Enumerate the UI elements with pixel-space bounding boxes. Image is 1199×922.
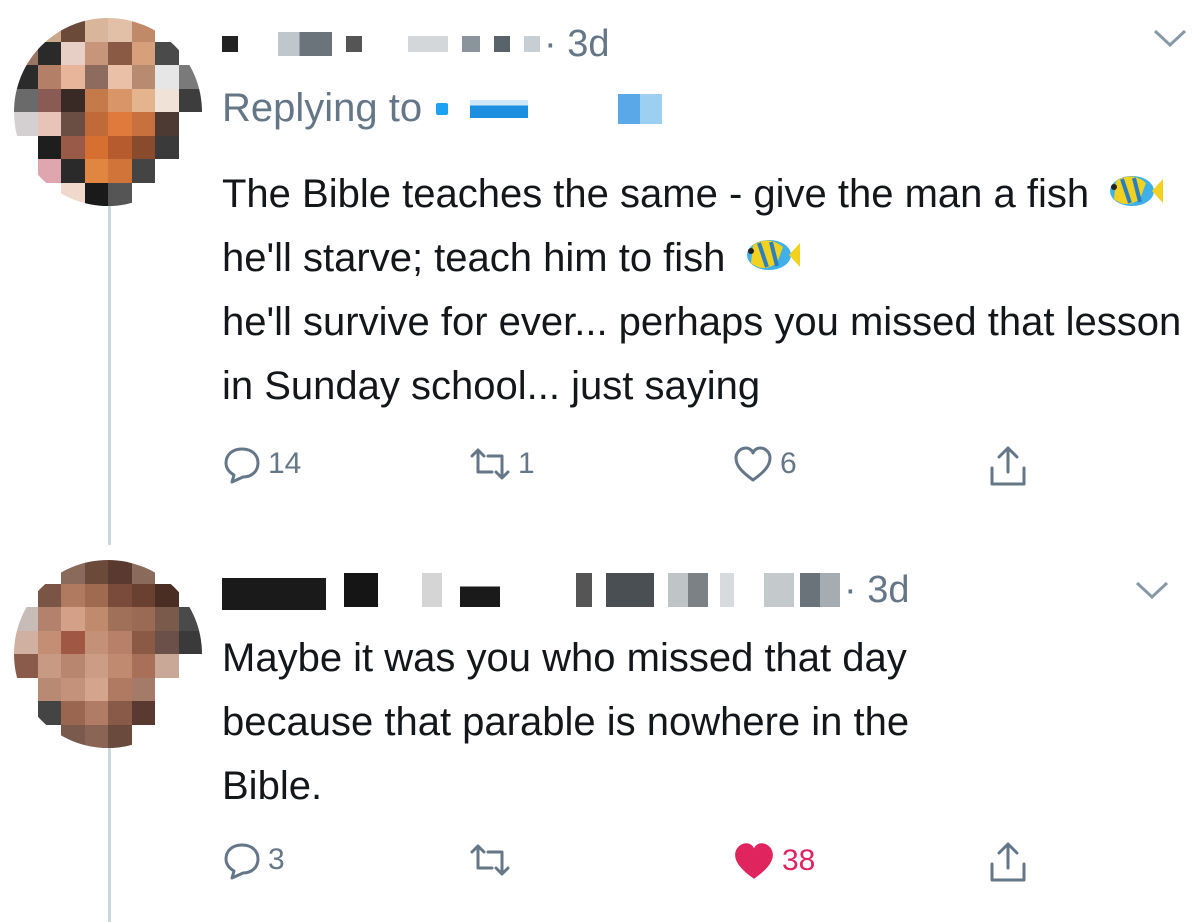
- redacted-username[interactable]: [494, 36, 510, 52]
- share-icon: [990, 446, 1026, 486]
- redacted-mention[interactable]: [618, 93, 663, 124]
- heart-filled-icon: [735, 843, 773, 879]
- timestamp[interactable]: · 3d: [544, 23, 609, 66]
- share-icon: [990, 842, 1026, 882]
- redacted-mention[interactable]: [436, 102, 449, 115]
- redacted-username[interactable]: [462, 36, 480, 52]
- redacted-username[interactable]: [460, 573, 500, 607]
- tweet-actions: 14 1 6: [222, 444, 1042, 494]
- replying-to: Replying to: [222, 86, 663, 131]
- redacted-display-name[interactable]: [346, 36, 362, 52]
- tropical-fish-emoji-icon: [746, 240, 800, 270]
- chevron-down-icon[interactable]: [1152, 26, 1188, 50]
- retweet-button[interactable]: 1: [468, 444, 535, 484]
- tweet-header: · 3d: [222, 560, 909, 620]
- redacted-username[interactable]: [524, 36, 540, 52]
- tropical-fish-emoji-icon: [1110, 176, 1164, 206]
- reply-count: 3: [268, 843, 285, 876]
- redacted-username[interactable]: [800, 573, 840, 607]
- redacted-username[interactable]: [576, 573, 592, 607]
- retweet-button[interactable]: [468, 840, 518, 880]
- like-count: 38: [782, 844, 816, 877]
- retweet-icon: [470, 448, 510, 480]
- tweet-actions: 3 38: [222, 840, 1042, 890]
- retweet-icon: [470, 844, 510, 876]
- heart-outline-icon: [734, 446, 772, 482]
- share-button[interactable]: [986, 840, 1030, 884]
- redacted-username[interactable]: [668, 573, 708, 607]
- like-button[interactable]: 38: [732, 840, 815, 882]
- share-button[interactable]: [986, 444, 1030, 488]
- tweet-text: Maybe it was you who missed that day bec…: [222, 636, 910, 808]
- timestamp[interactable]: · 3d: [844, 569, 909, 612]
- redacted-display-name[interactable]: [344, 573, 378, 607]
- tweet-header: · 3d: [222, 14, 609, 74]
- reply-button[interactable]: 3: [222, 840, 285, 880]
- tweet-text: The Bible teaches the same - give the ma…: [222, 162, 1182, 418]
- tweet[interactable]: · 3d Replying to The Bible teaches the s…: [0, 0, 1199, 540]
- avatar[interactable]: [14, 560, 202, 748]
- redacted-display-name[interactable]: [222, 570, 326, 610]
- reply-icon: [224, 843, 260, 880]
- redacted-display-name[interactable]: [278, 32, 332, 56]
- redacted-username[interactable]: [408, 36, 448, 52]
- redacted-display-name[interactable]: [222, 36, 238, 52]
- replying-to-label: Replying to: [222, 86, 423, 130]
- tweet[interactable]: · 3d Maybe it was you who missed that da…: [0, 540, 1199, 922]
- chevron-down-icon[interactable]: [1134, 578, 1170, 602]
- retweet-count: 1: [518, 447, 535, 480]
- redacted-username[interactable]: [606, 573, 654, 607]
- reply-icon: [224, 447, 260, 484]
- redacted-username[interactable]: [764, 573, 794, 607]
- reply-count: 14: [268, 447, 302, 480]
- like-button[interactable]: 6: [732, 444, 797, 484]
- redacted-username[interactable]: [720, 573, 734, 607]
- redacted-mention[interactable]: [470, 99, 529, 118]
- reply-button[interactable]: 14: [222, 444, 301, 484]
- avatar[interactable]: [14, 18, 202, 206]
- redacted-username[interactable]: [422, 573, 442, 607]
- like-count: 6: [780, 447, 797, 480]
